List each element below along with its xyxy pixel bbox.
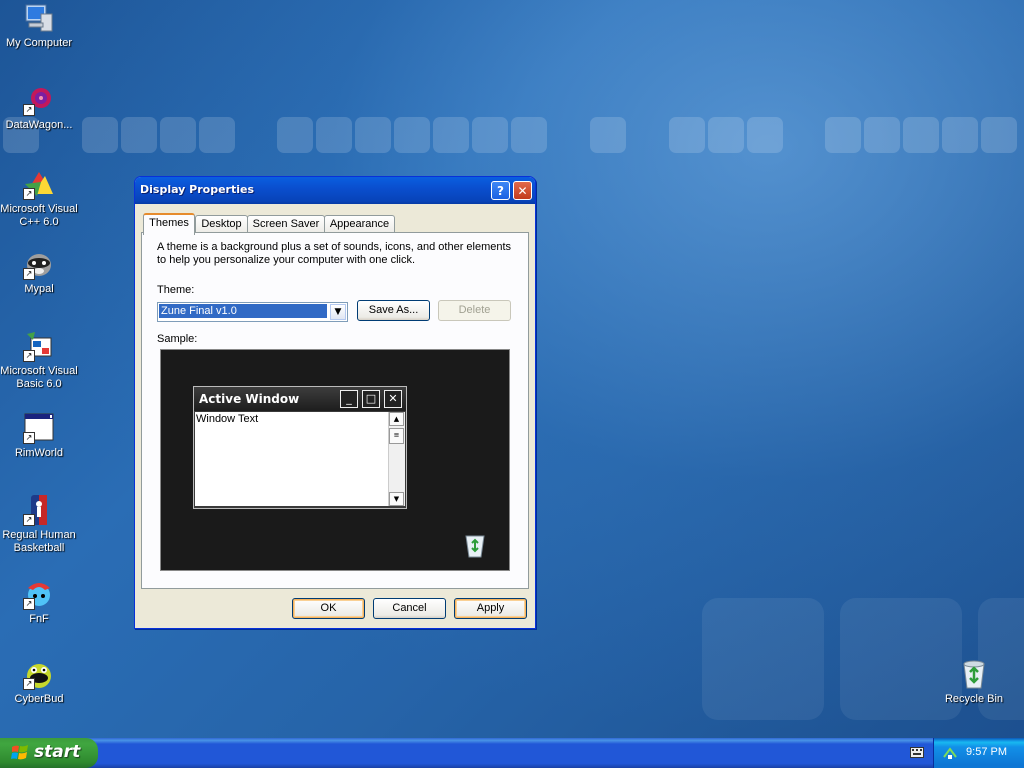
scroll-thumb: ≡ — [389, 428, 404, 444]
desktop-icon-label: RimWorld — [14, 447, 64, 459]
desktop-icon-label: FnF — [29, 613, 49, 625]
close-icon: ✕ — [384, 390, 402, 408]
desktop-icon-label: My Computer — [5, 37, 73, 49]
maximize-icon: □ — [362, 390, 380, 408]
desktop-icon-my-computer[interactable]: My Computer — [0, 2, 78, 50]
shortcut-arrow-icon: ↗ — [23, 104, 35, 116]
desktop-icon-recycle-bin[interactable]: Recycle Bin — [935, 658, 1013, 706]
desktop-icon-regual-human-basketball[interactable]: ↗ Regual Human Basketball — [0, 494, 78, 555]
shortcut-arrow-icon: ↗ — [23, 514, 35, 526]
desktop: My Computer ↗ DataWagon... ↗ Microsoft V… — [0, 0, 1024, 738]
theme-description: A theme is a background plus a set of so… — [157, 241, 512, 266]
network-icon[interactable] — [942, 745, 958, 764]
desktop-icon-label: Microsoft Visual Basic 6.0 — [0, 365, 78, 390]
desktop-icon-label: DataWagon... — [5, 119, 73, 131]
windows-logo-icon — [11, 744, 29, 762]
help-button[interactable]: ? — [491, 181, 510, 200]
scroll-down-icon: ▼ — [389, 492, 404, 506]
sample-title-bar: Active Window _ □ ✕ — [194, 387, 406, 411]
tab-appearance[interactable]: Appearance — [324, 215, 395, 233]
help-icon: ? — [497, 184, 504, 198]
sample-label: Sample: — [157, 333, 198, 345]
chevron-down-icon[interactable]: ▼ — [330, 304, 346, 320]
rimworld-icon: ↗ — [23, 412, 55, 444]
desktop-icon-datawagon[interactable]: ↗ DataWagon... — [0, 84, 78, 132]
desktop-icon-label: Recycle Bin — [944, 693, 1004, 705]
desktop-icon-label: Microsoft Visual C++ 6.0 — [0, 203, 78, 228]
apply-button[interactable]: Apply — [454, 598, 527, 619]
tab-themes[interactable]: Themes — [143, 213, 195, 235]
desktop-icon-label: CyberBud — [14, 693, 64, 705]
visual-basic-icon: ↗ — [23, 330, 55, 362]
basketball-icon: ↗ — [23, 494, 55, 526]
fnf-icon: ↗ — [23, 578, 55, 610]
shortcut-arrow-icon: ↗ — [23, 432, 35, 444]
shortcut-arrow-icon: ↗ — [23, 678, 35, 690]
scroll-up-icon: ▲ — [389, 412, 404, 426]
desktop-icon-rimworld[interactable]: ↗ RimWorld — [0, 412, 78, 460]
theme-label: Theme: — [157, 284, 195, 296]
sample-active-window: Active Window _ □ ✕ Window Text ▲ ≡ ▼ — [193, 386, 407, 509]
desktop-icon-label: Mypal — [24, 283, 54, 295]
wallpaper-tile — [702, 598, 824, 720]
sample-window-title: Active Window — [199, 392, 300, 406]
title-bar[interactable]: Display Properties ? ✕ — [135, 177, 535, 204]
sample-window-text: Window Text — [195, 412, 391, 506]
desktop-icon-visual-cpp[interactable]: ↗ Microsoft Visual C++ 6.0 — [0, 168, 78, 229]
desktop-icon-mypal[interactable]: ↗ Mypal — [0, 248, 78, 296]
save-as-button[interactable]: Save As... — [357, 300, 430, 321]
tab-screen-saver[interactable]: Screen Saver — [247, 215, 325, 233]
theme-sample-preview: Active Window _ □ ✕ Window Text ▲ ≡ ▼ — [160, 349, 510, 571]
desktop-icon-visual-basic[interactable]: ↗ Microsoft Visual Basic 6.0 — [0, 330, 78, 391]
minimize-icon: _ — [340, 390, 358, 408]
visual-cpp-icon: ↗ — [23, 168, 55, 200]
system-tray: 9:57 PM — [933, 738, 1024, 768]
shortcut-arrow-icon: ↗ — [23, 188, 35, 200]
shortcut-arrow-icon: ↗ — [23, 268, 35, 280]
cyberbud-icon: ↗ — [23, 658, 55, 690]
desktop-icon-fnf[interactable]: ↗ FnF — [0, 578, 78, 626]
theme-select[interactable]: Zune Final v1.0 ▼ — [157, 302, 348, 322]
datawagon-icon: ↗ — [23, 84, 55, 116]
tab-desktop[interactable]: Desktop — [195, 215, 248, 233]
recycle-bin-icon — [463, 532, 487, 558]
desktop-icon-label: Regual Human Basketball — [2, 529, 76, 554]
window-title: Display Properties — [140, 183, 255, 196]
delete-button[interactable]: Delete — [438, 300, 511, 321]
clock[interactable]: 9:57 PM — [966, 746, 1007, 758]
shortcut-arrow-icon: ↗ — [23, 350, 35, 362]
close-icon: ✕ — [517, 184, 528, 198]
mypal-icon: ↗ — [23, 248, 55, 280]
recycle-bin-icon — [958, 658, 990, 690]
theme-select-value: Zune Final v1.0 — [159, 304, 327, 318]
start-button[interactable]: start — [0, 738, 98, 768]
taskbar: start 9:57 PM — [0, 738, 1024, 768]
desktop-icon-cyberbud[interactable]: ↗ CyberBud — [0, 658, 78, 706]
keyboard-icon[interactable] — [910, 747, 924, 758]
themes-panel: A theme is a background plus a set of so… — [141, 232, 529, 589]
computer-icon — [23, 2, 55, 34]
shortcut-arrow-icon: ↗ — [23, 598, 35, 610]
ok-button[interactable]: OK — [292, 598, 365, 619]
start-label: start — [34, 742, 81, 762]
display-properties-window: Display Properties ? ✕ Themes Desktop Sc… — [134, 176, 536, 629]
sample-scrollbar: ▲ ≡ ▼ — [388, 412, 405, 506]
close-button[interactable]: ✕ — [513, 181, 532, 200]
cancel-button[interactable]: Cancel — [373, 598, 446, 619]
wallpaper-tiles — [0, 117, 1024, 155]
